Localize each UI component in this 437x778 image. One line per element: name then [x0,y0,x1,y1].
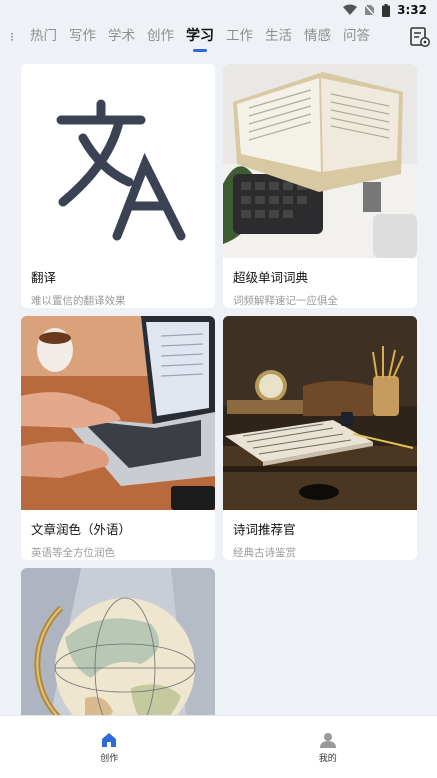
tab-academic[interactable]: 学术 [102,22,141,52]
card-polish[interactable]: 文章润色（外语） 英语等全方位润色 [21,316,215,560]
tab-emotion[interactable]: 情感 [298,22,337,52]
translate-icon [21,64,215,258]
category-tabs: ⁝ 热门 写作 学术 创作 学习 工作 生活 情感 问答 [0,22,437,52]
tab-manage-icon[interactable] [409,26,431,48]
card-desc: 词频解释速记一应俱全 [233,295,338,307]
tab-life[interactable]: 生活 [259,22,298,52]
card-globe[interactable] [21,568,215,728]
card-desc: 难以置信的翻译效果 [31,295,126,307]
nav-profile[interactable]: 我的 [219,716,437,778]
desk-photo [223,316,417,510]
laptop-photo [21,316,215,510]
card-translate[interactable]: 翻译 难以置信的翻译效果 [21,64,215,308]
user-icon [319,732,336,748]
card-title: 文章润色（外语） [31,522,132,537]
home-icon [102,732,117,747]
nav-label: 创作 [100,753,119,764]
globe-photo [21,568,215,728]
bottom-nav: 创作 我的 [0,715,437,778]
card-poetry[interactable]: 诗词推荐官 经典古诗鉴赏 [223,316,417,560]
card-desc: 经典古诗鉴赏 [233,547,296,559]
nav-create[interactable]: 创作 [0,716,219,778]
card-title: 翻译 [31,270,57,285]
battery-icon [382,3,391,17]
tab-qa[interactable]: 问答 [337,22,376,52]
tab-hot[interactable]: 热门 [24,22,63,52]
book-photo [223,64,417,258]
no-sim-icon [364,4,376,16]
nav-label: 我的 [318,753,337,764]
wifi-icon [343,4,358,16]
more-tabs-icon[interactable]: ⁝ [0,30,24,44]
tab-writing[interactable]: 写作 [63,22,102,52]
status-time: 3:32 [397,3,427,17]
card-title: 诗词推荐官 [233,522,296,537]
tab-creation[interactable]: 创作 [141,22,180,52]
card-dictionary[interactable]: 超级单词词典 词频解释速记一应俱全 [223,64,417,308]
tab-work[interactable]: 工作 [220,22,259,52]
card-desc: 英语等全方位润色 [31,547,115,559]
card-title: 超级单词词典 [233,270,309,285]
status-bar: 3:32 [0,0,437,20]
tab-study[interactable]: 学习 [180,22,220,52]
